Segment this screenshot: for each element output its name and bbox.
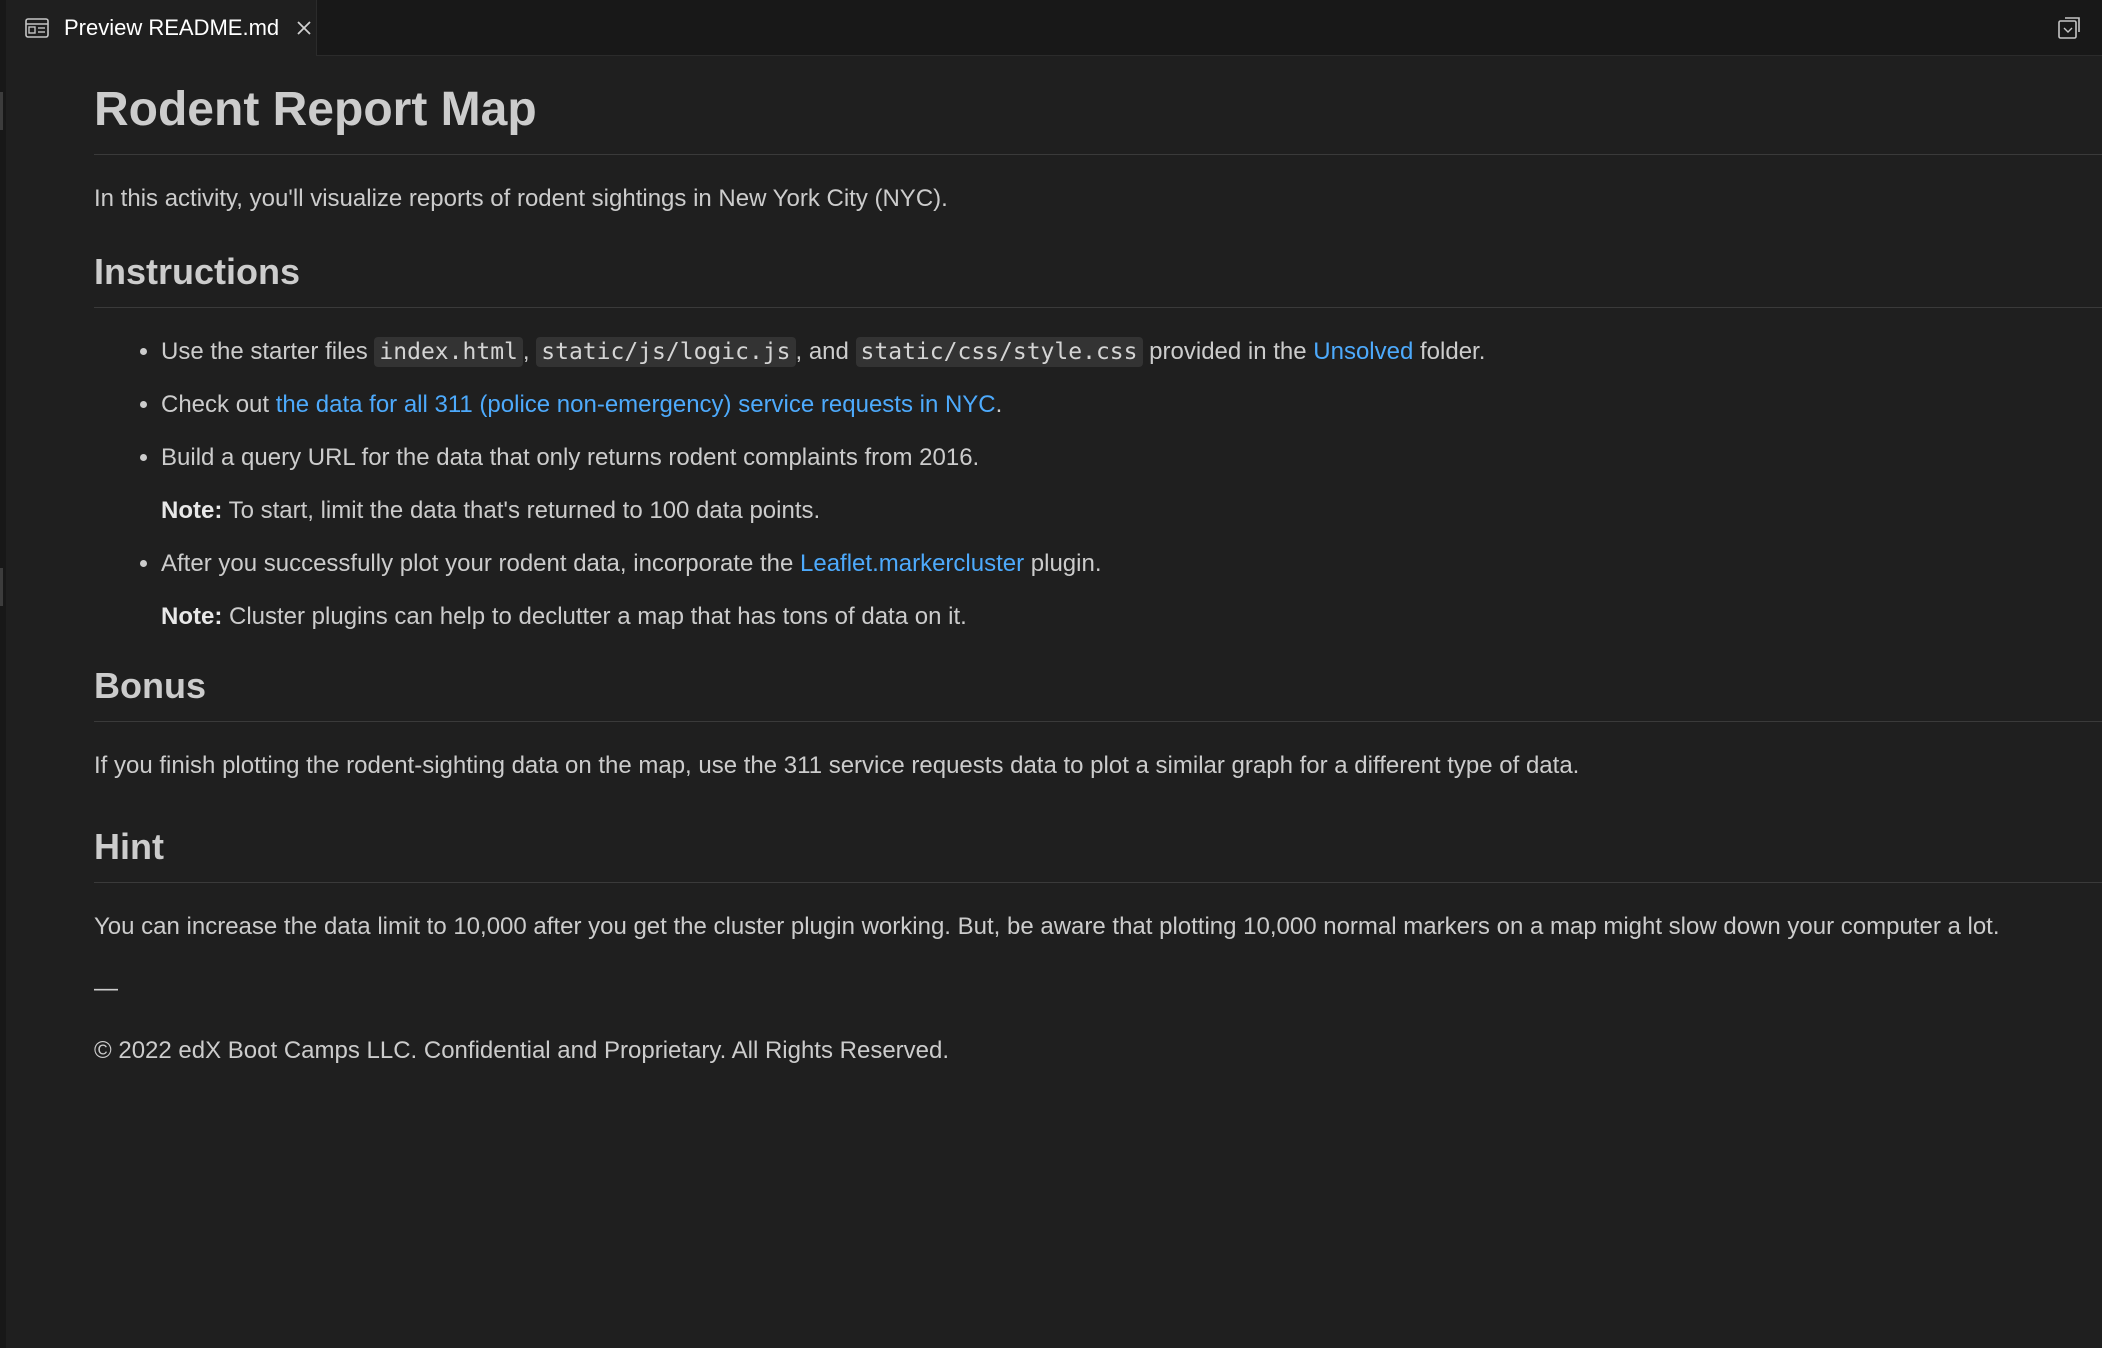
list-item: Build a query URL for the data that only… bbox=[161, 440, 2102, 529]
nyc-311-data-link[interactable]: the data for all 311 (police non-emergen… bbox=[276, 391, 996, 418]
markdown-preview: Rodent Report Map In this activity, you'… bbox=[94, 56, 2102, 1069]
code-index-html: index.html bbox=[374, 337, 523, 367]
item-text: folder. bbox=[1413, 338, 1486, 365]
edge-marker bbox=[0, 92, 3, 130]
intro-paragraph: In this activity, you'll visualize repor… bbox=[94, 185, 948, 212]
item-text: After you successfully plot your rodent … bbox=[161, 550, 801, 577]
editor-tab-bar: Preview README.md bbox=[6, 0, 2102, 56]
list-item: Check out the data for all 311 (police n… bbox=[161, 387, 2102, 423]
note-paragraph: Note: Cluster plugins can help to declut… bbox=[161, 599, 2102, 635]
note-label: Note: bbox=[161, 603, 223, 630]
item-text: Build a query URL for the data that only… bbox=[161, 444, 980, 471]
instructions-list: Use the starter files index.html, static… bbox=[94, 334, 2102, 635]
unsolved-link[interactable]: Unsolved bbox=[1313, 338, 1413, 365]
item-text: provided in the bbox=[1142, 338, 1314, 365]
edge-marker bbox=[0, 568, 3, 606]
note-text: To start, limit the data that's returned… bbox=[222, 497, 821, 524]
list-item: After you successfully plot your rodent … bbox=[161, 546, 2102, 635]
code-style-css: static/css/style.css bbox=[855, 337, 1143, 367]
page-title: Rodent Report Map bbox=[94, 80, 2102, 155]
item-text: , and bbox=[795, 338, 856, 365]
code-logic-js: static/js/logic.js bbox=[536, 337, 796, 367]
item-text: Use the starter files bbox=[161, 338, 375, 365]
close-icon[interactable] bbox=[293, 17, 315, 39]
open-source-icon[interactable] bbox=[2054, 13, 2084, 43]
item-text: . bbox=[995, 391, 1003, 418]
note-label: Note: bbox=[161, 497, 223, 524]
tab-preview-readme[interactable]: Preview README.md bbox=[6, 0, 317, 56]
list-item: Use the starter files index.html, static… bbox=[161, 334, 2102, 370]
separator-dash: — bbox=[94, 975, 118, 1002]
activity-edge bbox=[0, 0, 6, 1348]
item-text: plugin. bbox=[1024, 550, 1102, 577]
item-text: , bbox=[522, 338, 537, 365]
note-text: Cluster plugins can help to declutter a … bbox=[222, 603, 967, 630]
copyright-text: © 2022 edX Boot Camps LLC. Confidential … bbox=[94, 1037, 950, 1064]
hint-heading: Hint bbox=[94, 824, 2102, 883]
bonus-heading: Bonus bbox=[94, 663, 2102, 722]
instructions-heading: Instructions bbox=[94, 249, 2102, 308]
bonus-paragraph: If you finish plotting the rodent-sighti… bbox=[94, 752, 1580, 779]
leaflet-markercluster-link[interactable]: Leaflet.markercluster bbox=[800, 550, 1024, 577]
preview-icon bbox=[24, 16, 50, 40]
item-text: Check out bbox=[161, 391, 276, 418]
tab-label: Preview README.md bbox=[64, 15, 280, 40]
note-paragraph: Note: To start, limit the data that's re… bbox=[161, 493, 2102, 529]
hint-paragraph: You can increase the data limit to 10,00… bbox=[94, 913, 2000, 940]
